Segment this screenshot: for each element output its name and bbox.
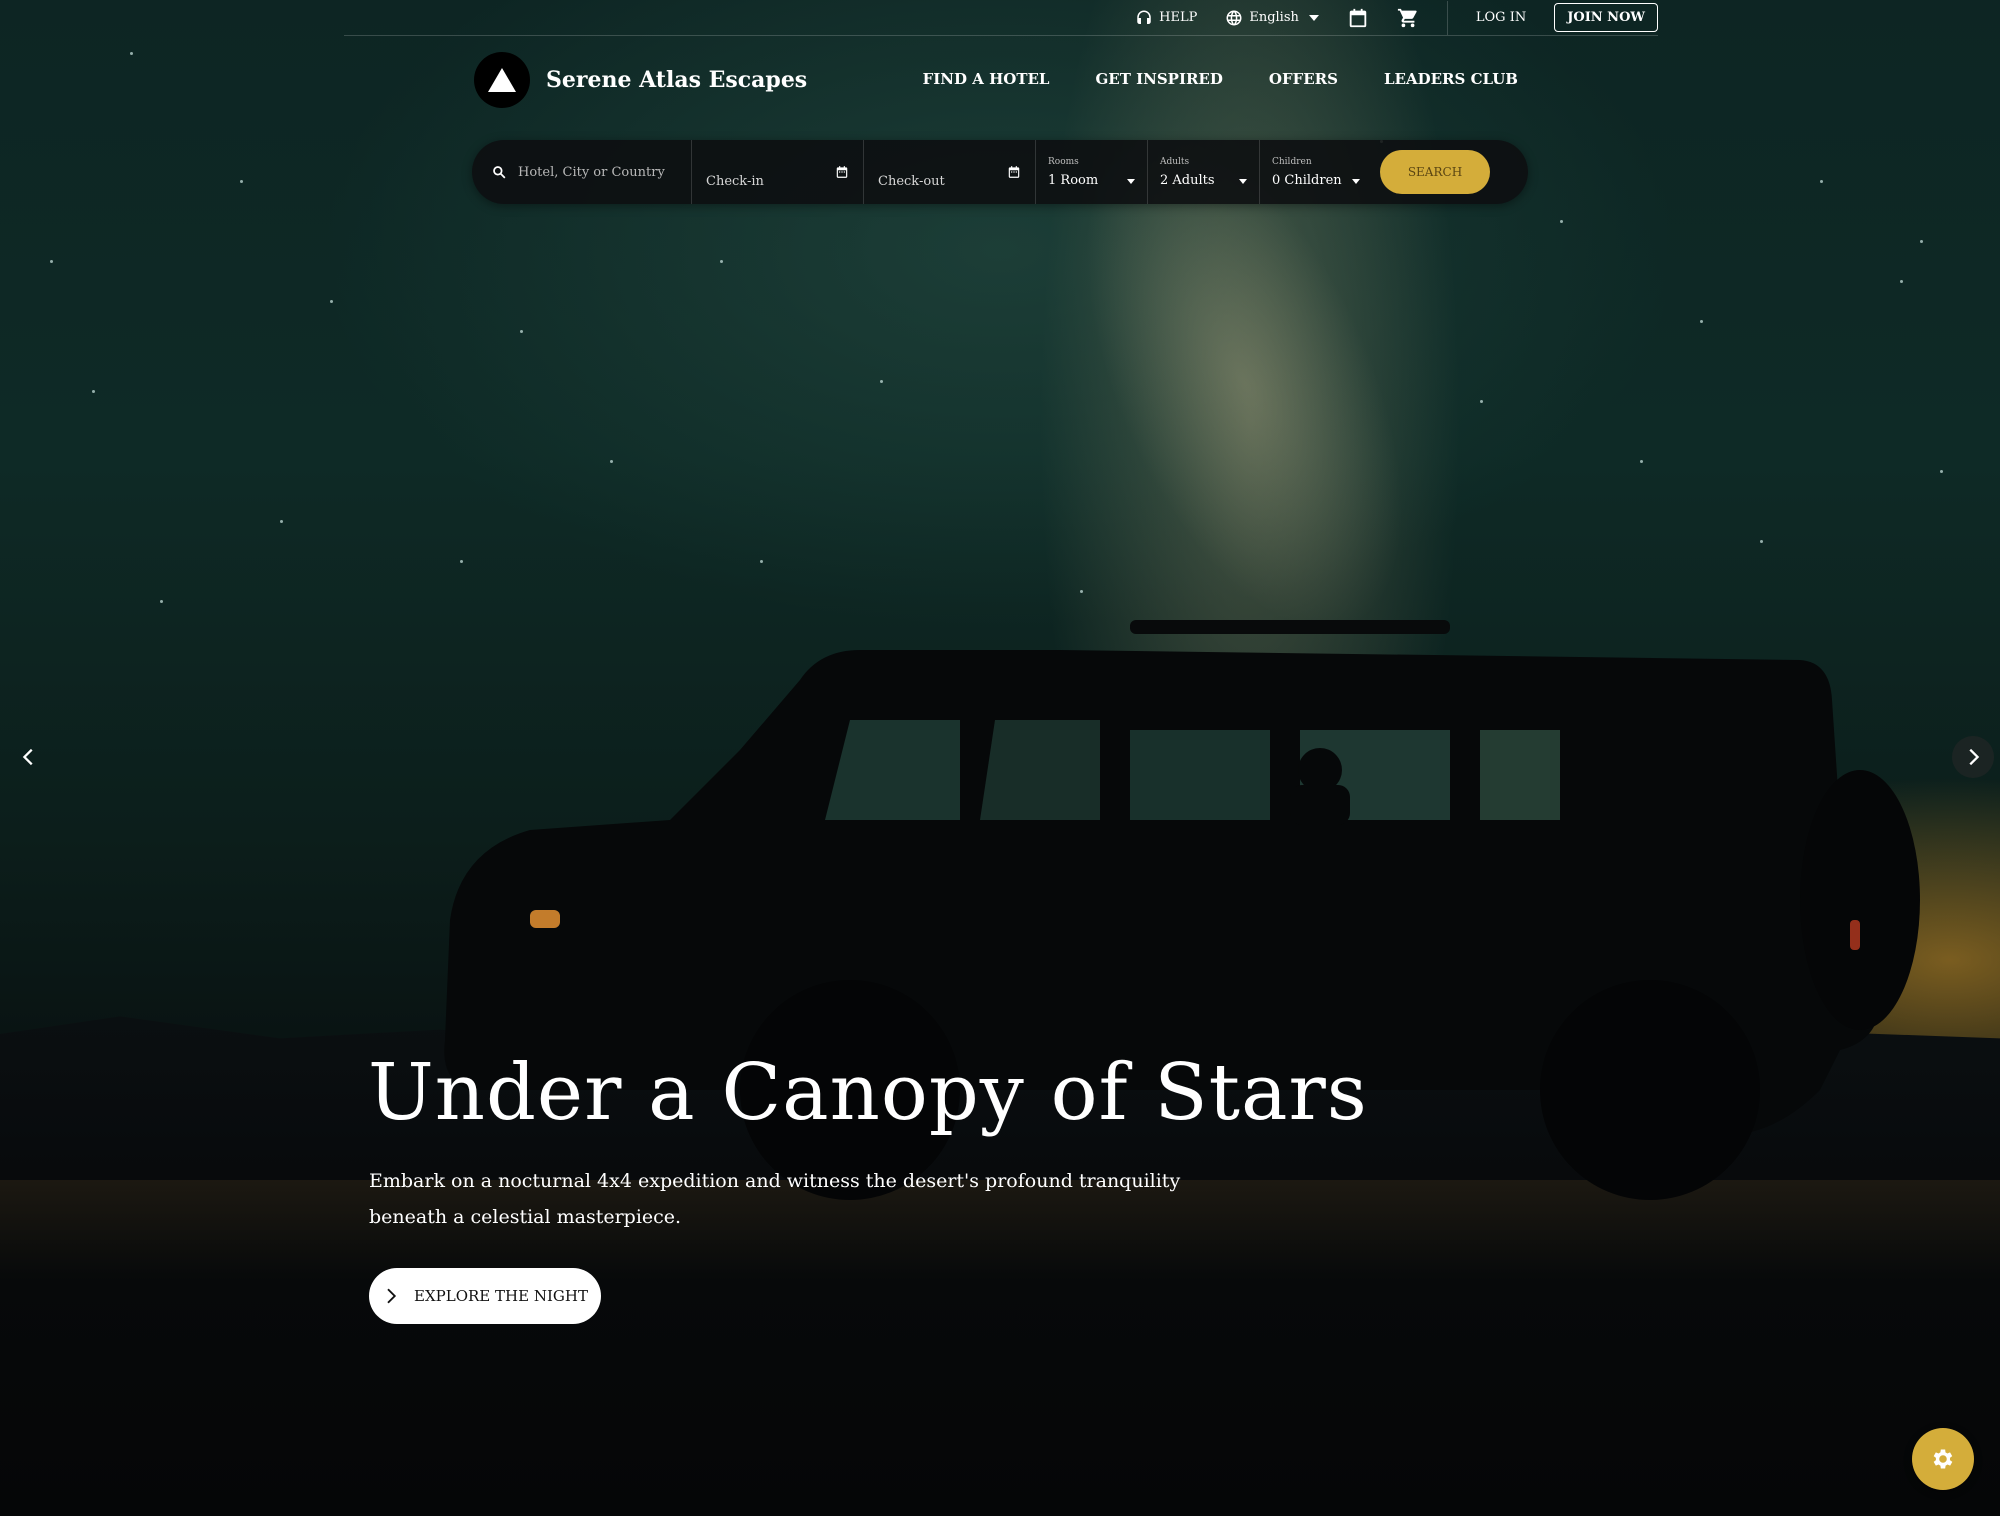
utility-bar: HELP English LOG IN JOIN NOW [344, 0, 1658, 36]
chevron-right-icon [387, 1288, 397, 1304]
calendar-icon [836, 166, 848, 178]
chevron-down-icon [1308, 14, 1319, 21]
rooms-select[interactable]: Rooms 1 Room [1036, 140, 1148, 204]
triangle-logo-icon [474, 52, 530, 108]
booking-search-bar: Check-in Check-out Rooms 1 Room Adults 2… [472, 140, 1528, 204]
cart-link[interactable] [1397, 7, 1419, 29]
destination-input[interactable] [518, 164, 688, 180]
language-label: English [1249, 10, 1299, 25]
headset-icon [1137, 10, 1151, 24]
adults-label: Adults [1160, 156, 1190, 167]
nav-item-find-a-hotel[interactable]: FIND A HOTEL [923, 70, 1050, 88]
carousel-next-button[interactable] [1952, 736, 1994, 778]
help-label: HELP [1159, 10, 1198, 25]
nav-item-get-inspired[interactable]: GET INSPIRED [1095, 70, 1222, 88]
globe-icon [1226, 10, 1242, 25]
calendar-link[interactable] [1347, 7, 1369, 29]
calendar-icon [1008, 166, 1020, 178]
nav-item-leaders-club[interactable]: LEADERS CLUB [1384, 70, 1518, 88]
join-now-button[interactable]: JOIN NOW [1554, 3, 1658, 32]
language-selector[interactable]: English [1225, 9, 1319, 27]
search-icon [493, 166, 506, 179]
hero-subtitle: Embark on a nocturnal 4x4 expedition and… [369, 1170, 1181, 1228]
login-link[interactable]: LOG IN [1476, 10, 1526, 25]
checkout-field[interactable]: Check-out [864, 140, 1036, 204]
brand-name: Serene Atlas Escapes [546, 67, 808, 93]
cart-icon [1397, 8, 1417, 27]
checkin-label: Check-in [706, 173, 764, 189]
destination-field[interactable] [472, 140, 692, 204]
children-value: 0 Children [1272, 172, 1342, 188]
caret-down-icon [1127, 178, 1135, 184]
chevron-right-icon [1969, 748, 1980, 766]
caret-down-icon [1239, 178, 1247, 184]
utility-divider [1446, 0, 1448, 35]
main-nav: FIND A HOTEL GET INSPIRED OFFERS LEADERS… [923, 70, 1518, 88]
caret-down-icon [1352, 178, 1360, 184]
nav-item-offers[interactable]: OFFERS [1269, 70, 1338, 88]
checkout-label: Check-out [878, 173, 945, 189]
search-button[interactable]: SEARCH [1380, 150, 1490, 194]
brand-logo-link[interactable]: Serene Atlas Escapes [474, 52, 807, 108]
help-link[interactable]: HELP [1135, 9, 1197, 27]
chevron-left-icon [22, 748, 33, 766]
hero-title: Under a Canopy of Stars [368, 1048, 1368, 1138]
rooms-value: 1 Room [1048, 172, 1099, 188]
triangle-icon [488, 68, 516, 92]
calendar-icon [1349, 8, 1367, 27]
settings-button[interactable] [1912, 1428, 1974, 1490]
cta-label: EXPLORE THE NIGHT [414, 1287, 588, 1305]
adults-value: 2 Adults [1160, 172, 1215, 188]
login-label: LOG IN [1475, 10, 1527, 25]
rooms-label: Rooms [1048, 156, 1079, 167]
explore-the-night-button[interactable]: EXPLORE THE NIGHT [369, 1268, 601, 1324]
children-select[interactable]: Children 0 Children [1260, 140, 1372, 204]
join-label: JOIN NOW [1567, 10, 1645, 25]
carousel-prev-button[interactable] [8, 736, 50, 778]
checkin-field[interactable]: Check-in [692, 140, 864, 204]
adults-select[interactable]: Adults 2 Adults [1148, 140, 1260, 204]
gear-icon [1933, 1449, 1953, 1469]
children-label: Children [1272, 156, 1312, 167]
